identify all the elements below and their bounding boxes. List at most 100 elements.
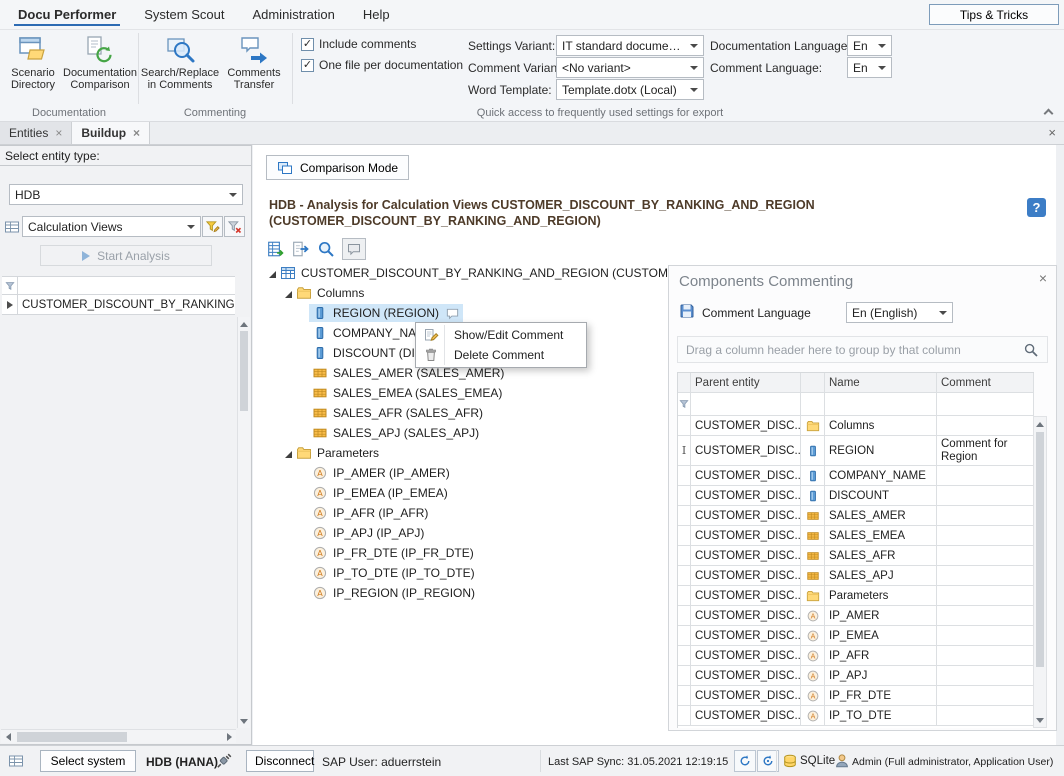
tree-node-customer-discount-by-ranking-and-region-customer-discount-by-ranking-and-region[interactable]: CUSTOMER_DISCOUNT_BY_RANKING_AND_REGION … bbox=[265, 263, 668, 283]
table-row-parameters[interactable]: CUSTOMER_DISC...Parameters bbox=[678, 586, 1034, 606]
select-system-button[interactable]: Select system bbox=[40, 750, 136, 772]
table-row-sales-apj[interactable]: CUSTOMER_DISC...SALES_APJ bbox=[678, 566, 1034, 586]
column-header-comment[interactable]: Comment bbox=[937, 373, 1034, 392]
tab-entities[interactable]: Entities× bbox=[0, 122, 72, 144]
table-row-ip-afr[interactable]: CUSTOMER_DISC...AIP_AFR bbox=[678, 646, 1034, 666]
comments-transfer-button[interactable]: Comments Transfer bbox=[220, 33, 288, 105]
group-by-box[interactable]: Drag a column header here to group by th… bbox=[677, 336, 1048, 363]
filter-edit-button[interactable] bbox=[202, 216, 223, 237]
filter-cell[interactable] bbox=[801, 393, 825, 415]
save-icon[interactable] bbox=[679, 303, 695, 319]
tree-node-ip-fr-dte-ip-fr-dte[interactable]: AIP_FR_DTE (IP_FR_DTE) bbox=[265, 543, 668, 563]
close-icon[interactable]: × bbox=[1048, 125, 1056, 140]
tree-node-sales-apj-sales-apj[interactable]: SALES_APJ (SALES_APJ) bbox=[265, 423, 668, 443]
comment-toggle-button[interactable] bbox=[342, 238, 366, 260]
tab-buildup[interactable]: Buildup× bbox=[72, 122, 150, 144]
scrollbar-thumb[interactable] bbox=[1036, 432, 1044, 667]
table-row-sales-amer[interactable]: CUSTOMER_DISC...SALES_AMER bbox=[678, 506, 1034, 526]
search-replace-in-comments-button[interactable]: Search/Replace in Comments bbox=[142, 33, 218, 105]
filter-cell[interactable] bbox=[825, 393, 937, 415]
scroll-left-icon[interactable] bbox=[1, 730, 15, 744]
tree-node-ip-emea-ip-emea[interactable]: AIP_EMEA (IP_EMEA) bbox=[265, 483, 668, 503]
collapse-node-icon[interactable] bbox=[281, 287, 293, 299]
comparison-mode-button[interactable]: Comparison Mode bbox=[266, 155, 409, 180]
scroll-up-icon[interactable] bbox=[1034, 417, 1046, 431]
table-row-ip-to-dte[interactable]: CUSTOMER_DISC...AIP_TO_DTE bbox=[678, 706, 1034, 726]
comment-variant-select[interactable]: <No variant> bbox=[556, 57, 704, 78]
context-menu-item-delete-comment[interactable]: Delete Comment bbox=[418, 345, 584, 365]
table-row-sales-afr[interactable]: CUSTOMER_DISC...SALES_AFR bbox=[678, 546, 1034, 566]
tree-node-sales-emea-sales-emea[interactable]: SALES_EMEA (SALES_EMEA) bbox=[265, 383, 668, 403]
panel-comment-language-select[interactable]: En (English) bbox=[846, 302, 953, 323]
collapse-node-icon[interactable] bbox=[281, 447, 293, 459]
tree-node-ip-amer-ip-amer[interactable]: AIP_AMER (IP_AMER) bbox=[265, 463, 668, 483]
scroll-right-icon[interactable] bbox=[222, 730, 236, 744]
tree-node-ip-afr-ip-afr[interactable]: AIP_AFR (IP_AFR) bbox=[265, 503, 668, 523]
column-header-icon[interactable] bbox=[801, 373, 825, 392]
scroll-down-icon[interactable] bbox=[1034, 713, 1046, 727]
zoom-icon[interactable] bbox=[317, 240, 335, 258]
context-menu-item-show-edit-comment[interactable]: Show/Edit Comment bbox=[418, 325, 584, 345]
tree-node-ip-to-dte-ip-to-dte[interactable]: AIP_TO_DTE (IP_TO_DTE) bbox=[265, 563, 668, 583]
left-panel-horizontal-scrollbar[interactable] bbox=[1, 729, 236, 743]
table-filter-row[interactable] bbox=[678, 393, 1034, 416]
search-icon[interactable] bbox=[1023, 342, 1039, 358]
table-row-ip-emea[interactable]: CUSTOMER_DISC...AIP_EMEA bbox=[678, 626, 1034, 646]
menu-item-help[interactable]: Help bbox=[349, 0, 404, 29]
tree-node-columns[interactable]: Columns bbox=[265, 283, 668, 303]
close-icon[interactable]: × bbox=[55, 126, 62, 140]
documentation-language-select[interactable]: En bbox=[847, 35, 892, 56]
grid-filter-row[interactable] bbox=[2, 276, 235, 295]
export-icon[interactable] bbox=[292, 240, 310, 258]
help-icon[interactable]: ? bbox=[1027, 198, 1046, 217]
entity-row[interactable]: CUSTOMER_DISCOUNT_BY_RANKING bbox=[2, 295, 235, 315]
table-row-discount[interactable]: CUSTOMER_DISC...DISCOUNT bbox=[678, 486, 1034, 506]
entity-type-select[interactable]: Calculation Views bbox=[22, 216, 201, 237]
one-file-per-documentation-checkbox[interactable]: ✓ One file per documentation bbox=[301, 58, 463, 72]
disconnect-button[interactable]: Disconnect bbox=[246, 750, 314, 772]
table-row-ip-fr-dte[interactable]: CUSTOMER_DISC...AIP_FR_DTE bbox=[678, 686, 1034, 706]
tree-node-ip-region-ip-region[interactable]: AIP_REGION (IP_REGION) bbox=[265, 583, 668, 603]
menu-item-system-scout[interactable]: System Scout bbox=[130, 0, 238, 29]
close-icon[interactable]: × bbox=[133, 126, 140, 140]
menu-item-administration[interactable]: Administration bbox=[238, 0, 348, 29]
table-row-company-name[interactable]: CUSTOMER_DISC...COMPANY_NAME bbox=[678, 466, 1034, 486]
filter-clear-button[interactable] bbox=[224, 216, 245, 237]
table-row-sales-emea[interactable]: CUSTOMER_DISC...SALES_EMEA bbox=[678, 526, 1034, 546]
tree-node-region-region[interactable]: REGION (REGION) bbox=[265, 303, 668, 323]
collapse-node-icon[interactable] bbox=[265, 267, 277, 279]
include-comments-checkbox[interactable]: ✓ Include comments bbox=[301, 37, 416, 51]
excel-export-icon[interactable] bbox=[267, 240, 285, 258]
scrollbar-thumb[interactable] bbox=[240, 331, 248, 411]
system-select[interactable]: HDB bbox=[9, 184, 243, 205]
scrollbar-thumb[interactable] bbox=[17, 732, 127, 742]
refresh-button[interactable] bbox=[734, 750, 756, 772]
scroll-up-icon[interactable] bbox=[238, 317, 250, 331]
menu-item-docu-performer[interactable]: Docu Performer bbox=[4, 0, 130, 29]
table-row-columns[interactable]: CUSTOMER_DISC...Columns bbox=[678, 416, 1034, 436]
tips-and-tricks-button[interactable]: Tips & Tricks bbox=[929, 4, 1059, 25]
collapse-ribbon-icon[interactable] bbox=[1040, 106, 1056, 119]
scenario-directory-button[interactable]: Scenario Directory bbox=[2, 33, 64, 105]
filter-cell[interactable] bbox=[691, 393, 801, 415]
scroll-down-icon[interactable] bbox=[238, 714, 250, 728]
tree-node-parameters[interactable]: Parameters bbox=[265, 443, 668, 463]
table-vertical-scrollbar[interactable] bbox=[1033, 416, 1047, 728]
column-header-name[interactable]: Name bbox=[825, 373, 937, 392]
column-header-parent-entity[interactable]: Parent entity bbox=[691, 373, 801, 392]
word-template-select[interactable]: Template.dotx (Local) bbox=[556, 79, 704, 100]
settings-variant-select[interactable]: IT standard document... bbox=[556, 35, 704, 56]
start-analysis-button[interactable]: Start Analysis bbox=[40, 245, 212, 266]
documentation-comparison-button[interactable]: Documentation Comparison bbox=[64, 33, 136, 105]
left-panel-vertical-scrollbar[interactable] bbox=[237, 317, 250, 728]
comment-language-select[interactable]: En bbox=[847, 57, 892, 78]
row-expander-cell[interactable] bbox=[2, 295, 18, 314]
tree-node-ip-apj-ip-apj[interactable]: AIP_APJ (IP_APJ) bbox=[265, 523, 668, 543]
table-row-region[interactable]: ICUSTOMER_DISC...REGIONComment for Regio… bbox=[678, 436, 1034, 466]
filter-cell[interactable] bbox=[937, 393, 1034, 415]
close-icon[interactable]: × bbox=[1039, 270, 1047, 286]
comment-bubble-icon[interactable] bbox=[445, 306, 460, 321]
table-row-ip-apj[interactable]: CUSTOMER_DISC...AIP_APJ bbox=[678, 666, 1034, 686]
tree-node-sales-afr-sales-afr[interactable]: SALES_AFR (SALES_AFR) bbox=[265, 403, 668, 423]
table-row-ip-amer[interactable]: CUSTOMER_DISC...AIP_AMER bbox=[678, 606, 1034, 626]
